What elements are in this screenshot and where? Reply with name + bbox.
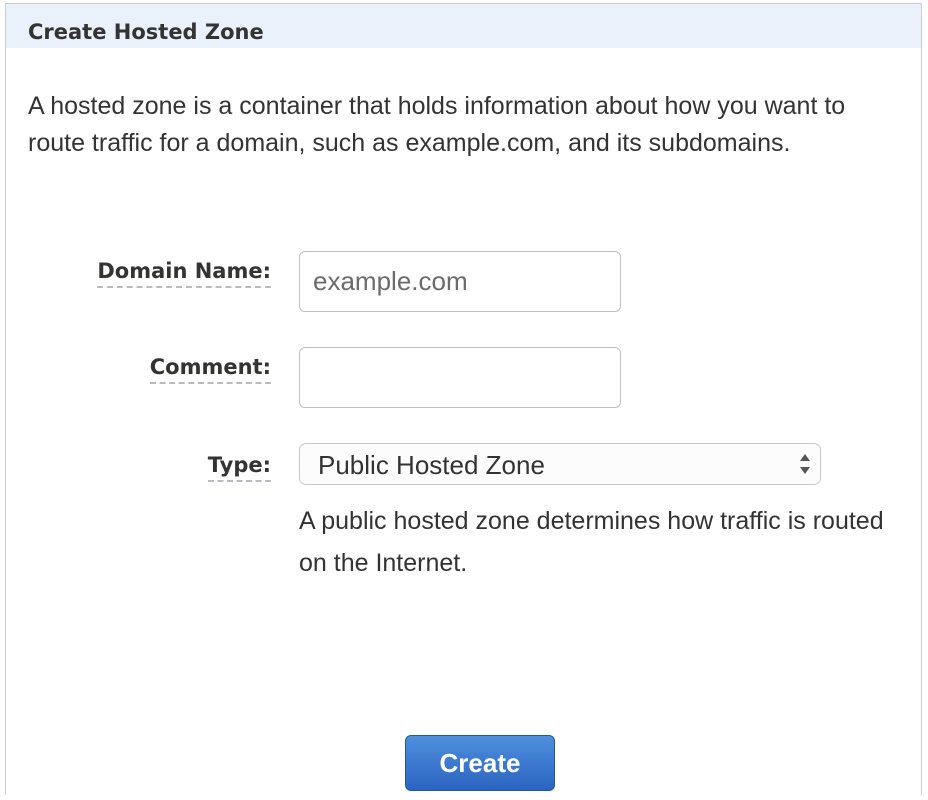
type-select-value: Public Hosted Zone — [318, 450, 545, 480]
select-arrows-icon — [800, 454, 810, 474]
panel-header: Create Hosted Zone — [6, 4, 921, 48]
create-hosted-zone-panel: Create Hosted Zone A hosted zone is a co… — [5, 3, 922, 795]
create-button[interactable]: Create — [405, 735, 555, 791]
panel-title: Create Hosted Zone — [28, 20, 264, 44]
type-help-text: A public hosted zone determines how traf… — [299, 507, 884, 577]
intro-text: A hosted zone is a container that holds … — [28, 92, 846, 157]
comment-input[interactable] — [299, 347, 621, 408]
domain-name-label[interactable]: Domain Name: — [97, 258, 271, 288]
type-select[interactable]: Public Hosted Zone — [299, 443, 821, 485]
comment-label[interactable]: Comment: — [149, 354, 271, 384]
type-label[interactable]: Type: — [207, 452, 271, 482]
domain-name-input[interactable] — [299, 251, 621, 312]
